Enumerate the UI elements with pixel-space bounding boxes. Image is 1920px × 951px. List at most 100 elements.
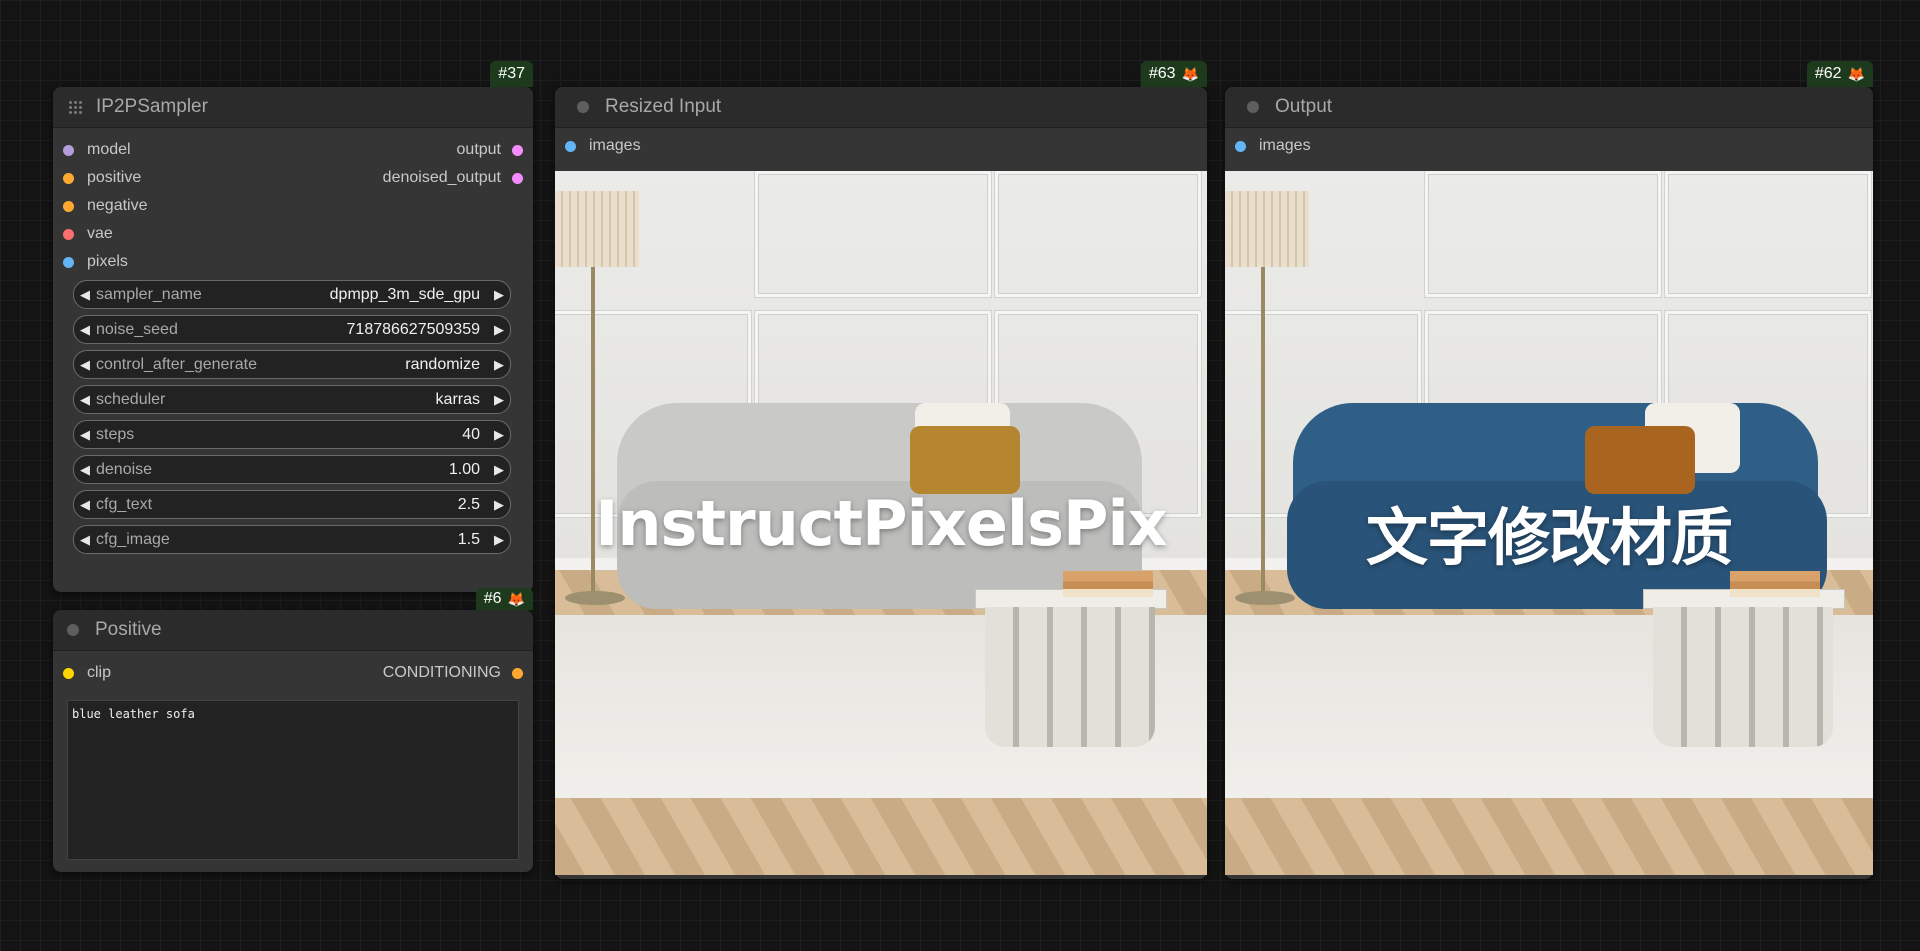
output-slot-denoised_output[interactable]: denoised_output [383, 164, 523, 192]
slot-label: positive [87, 169, 142, 186]
decrement-arrow-icon[interactable]: ◀ [74, 497, 96, 513]
widget-value[interactable]: dpmpp_3m_sde_gpu [330, 286, 480, 304]
output-dot-icon[interactable] [512, 172, 523, 184]
output-slot-conditioning[interactable]: CONDITIONING [383, 659, 523, 687]
widget-sampler-name[interactable]: ◀ sampler_name dpmpp_3m_sde_gpu ▶ [73, 280, 511, 309]
output-slot-output[interactable]: output [457, 136, 523, 164]
slot-row: positive denoised_output [53, 164, 533, 192]
widget-steps[interactable]: ◀ steps 40 ▶ [73, 420, 511, 449]
node-title-bar[interactable]: Output [1225, 87, 1873, 128]
widget-value[interactable]: 2.5 [458, 496, 480, 514]
collapse-dot-icon[interactable] [67, 624, 79, 636]
node-title: Output [1275, 96, 1333, 117]
node-output[interactable]: #62 🦊 Output images 文字修改材质 [1225, 61, 1873, 879]
decrement-arrow-icon[interactable]: ◀ [74, 427, 96, 443]
slot-row: clip CONDITIONING [53, 659, 533, 687]
widget-denoise[interactable]: ◀ denoise 1.00 ▶ [73, 455, 511, 484]
widget-label: sampler_name [96, 285, 202, 303]
widget-label: cfg_text [96, 495, 153, 513]
input-slot-positive[interactable]: positive [63, 164, 141, 192]
node-title-bar[interactable]: Positive [53, 610, 533, 651]
input-slot-clip[interactable]: clip [63, 659, 111, 687]
input-dot-icon[interactable] [1235, 140, 1246, 152]
widget-value[interactable]: 1.00 [449, 461, 480, 479]
input-dot-icon[interactable] [565, 140, 576, 152]
slot-row: negative [53, 192, 533, 220]
slot-label: model [87, 141, 131, 158]
collapse-dot-icon[interactable] [577, 101, 589, 113]
decrement-arrow-icon[interactable]: ◀ [74, 462, 96, 478]
node-id: #37 [498, 65, 525, 82]
fox-icon: 🦊 [507, 590, 525, 607]
increment-arrow-icon[interactable]: ▶ [488, 427, 510, 443]
collapse-dot-icon[interactable] [1247, 101, 1259, 113]
output-dot-icon[interactable] [512, 144, 523, 156]
image-caption: InstructPixelsPix [595, 487, 1167, 560]
input-dot-icon[interactable] [63, 256, 74, 268]
widget-noise-seed[interactable]: ◀ noise_seed 718786627509359 ▶ [73, 315, 511, 344]
node-resized-input[interactable]: #63 🦊 Resized Input images InstructPixel… [555, 61, 1207, 879]
node-title-bar[interactable]: Resized Input [555, 87, 1207, 128]
input-slot-pixels[interactable]: pixels [63, 248, 128, 276]
widget-label: cfg_image [96, 530, 170, 548]
node-ip2psampler[interactable]: #37 IP2PSampler model output positive denoi… [53, 61, 533, 592]
node-title: Positive [95, 619, 162, 640]
prompt-textarea[interactable]: blue leather sofa [67, 700, 519, 860]
slot-label: output [456, 141, 501, 158]
grip-icon[interactable] [69, 100, 82, 114]
increment-arrow-icon[interactable]: ▶ [488, 497, 510, 513]
input-slot-negative[interactable]: negative [63, 192, 148, 220]
input-dot-icon[interactable] [63, 228, 74, 240]
widget-cfg-text[interactable]: ◀ cfg_text 2.5 ▶ [73, 490, 511, 519]
widget-value[interactable]: 1.5 [458, 531, 480, 549]
widget-value[interactable]: 718786627509359 [347, 321, 480, 339]
lamp [1225, 191, 1309, 267]
input-slot-images[interactable]: images [565, 132, 641, 160]
input-slot-images[interactable]: images [1235, 132, 1311, 160]
widget-value[interactable]: karras [436, 391, 480, 409]
widget-scheduler[interactable]: ◀ scheduler karras ▶ [73, 385, 511, 414]
slot-row: model output [53, 136, 533, 164]
widget-control-after-generate[interactable]: ◀ control_after_generate randomize ▶ [73, 350, 511, 379]
increment-arrow-icon[interactable]: ▶ [488, 462, 510, 478]
slot-row: pixels [53, 248, 533, 276]
node-title: IP2PSampler [96, 96, 208, 117]
node-title: Resized Input [605, 96, 722, 117]
decrement-arrow-icon[interactable]: ◀ [74, 287, 96, 303]
slot-row: images [1225, 132, 1873, 160]
decrement-arrow-icon[interactable]: ◀ [74, 357, 96, 373]
lamp [555, 191, 639, 267]
decrement-arrow-icon[interactable]: ◀ [74, 392, 96, 408]
input-dot-icon[interactable] [63, 144, 74, 156]
widget-cfg-image[interactable]: ◀ cfg_image 1.5 ▶ [73, 525, 511, 554]
output-dot-icon[interactable] [512, 667, 523, 679]
increment-arrow-icon[interactable]: ▶ [488, 322, 510, 338]
input-slot-model[interactable]: model [63, 136, 131, 164]
increment-arrow-icon[interactable]: ▶ [488, 287, 510, 303]
slot-label: CONDITIONING [382, 664, 501, 681]
node-id-badge: #63 🦊 [1140, 61, 1207, 87]
widget-value[interactable]: 40 [462, 426, 480, 444]
increment-arrow-icon[interactable]: ▶ [488, 357, 510, 373]
widget-value[interactable]: randomize [405, 356, 480, 374]
input-dot-icon[interactable] [63, 200, 74, 212]
increment-arrow-icon[interactable]: ▶ [488, 532, 510, 548]
node-title-bar[interactable]: IP2PSampler [53, 87, 533, 128]
node-id-badge: #62 🦊 [1806, 61, 1873, 87]
input-slot-vae[interactable]: vae [63, 220, 113, 248]
increment-arrow-icon[interactable]: ▶ [488, 392, 510, 408]
input-dot-icon[interactable] [63, 667, 74, 679]
slot-label: images [1259, 137, 1311, 154]
slot-label: images [589, 137, 641, 154]
slot-label: denoised_output [382, 169, 501, 186]
node-id: #63 [1148, 65, 1176, 82]
decrement-arrow-icon[interactable]: ◀ [74, 322, 96, 338]
input-dot-icon[interactable] [63, 172, 74, 184]
preview-image[interactable]: InstructPixelsPix [555, 171, 1207, 875]
node-positive[interactable]: #6 🦊 Positive clip CONDITIONING blue lea… [53, 588, 533, 872]
widget-label: scheduler [96, 390, 166, 408]
node-id-badge: #37 [490, 61, 533, 87]
preview-image[interactable]: 文字修改材质 [1225, 171, 1873, 875]
node-id: #62 [1814, 65, 1842, 82]
decrement-arrow-icon[interactable]: ◀ [74, 532, 96, 548]
